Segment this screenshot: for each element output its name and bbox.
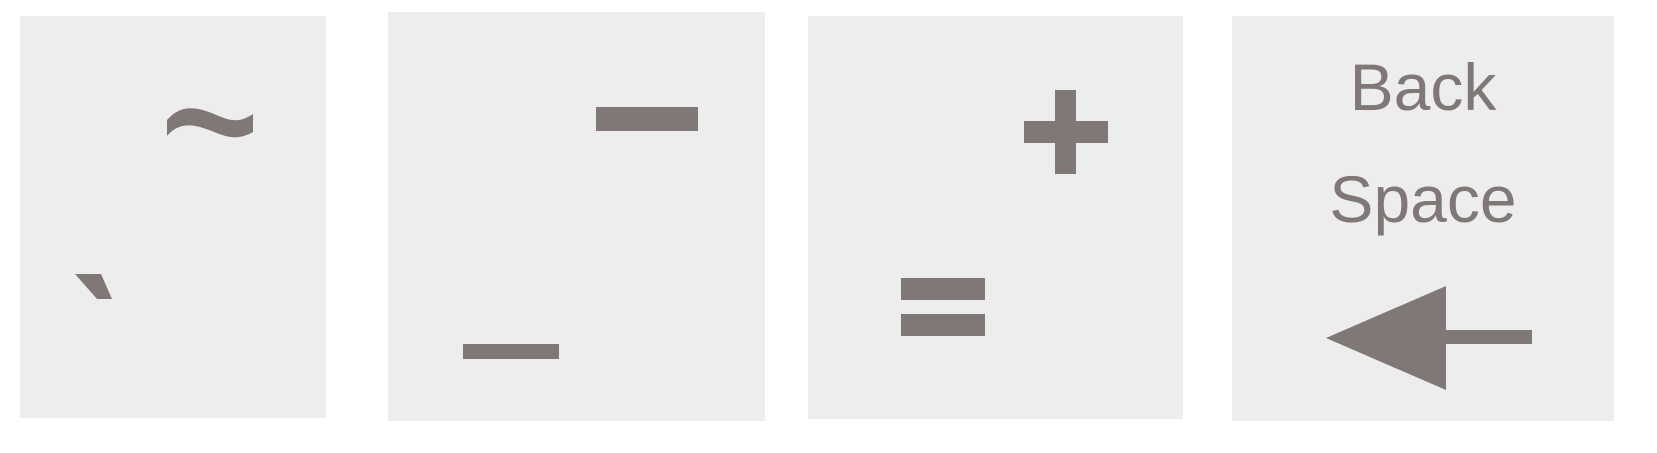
equals-icon <box>901 278 985 300</box>
grave-accent-icon <box>75 274 112 299</box>
tilde-icon <box>167 108 253 138</box>
key-backspace[interactable]: Back Space <box>1232 16 1614 421</box>
plus-icon <box>1024 121 1108 143</box>
key-equals-plus[interactable] <box>808 16 1183 419</box>
equals-icon-lower <box>901 314 985 336</box>
key-tilde-backtick[interactable] <box>20 16 326 418</box>
underscore-icon <box>463 344 559 359</box>
left-arrow-icon <box>1326 286 1532 390</box>
key-minus-underscore[interactable] <box>388 12 765 421</box>
minus-icon <box>596 107 698 131</box>
backspace-label-line2: Space <box>1329 162 1517 236</box>
backspace-label-line1: Back <box>1349 50 1497 124</box>
